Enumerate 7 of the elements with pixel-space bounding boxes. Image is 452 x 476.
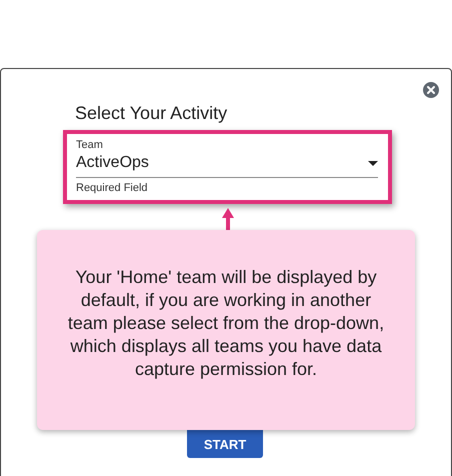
dialog-title: Select Your Activity (75, 103, 228, 124)
helper-text: Required Field (76, 182, 149, 194)
pointer-arrow (221, 208, 235, 230)
close-icon[interactable] (422, 81, 440, 99)
help-tooltip: Your 'Home' team will be displayed by default, if you are working in another team please select from the drop-down, which displays all teams you have data capture permission for. (37, 230, 415, 430)
caret-icon (368, 160, 378, 166)
team-dropdown[interactable]: Team ActiveOps (76, 139, 378, 178)
